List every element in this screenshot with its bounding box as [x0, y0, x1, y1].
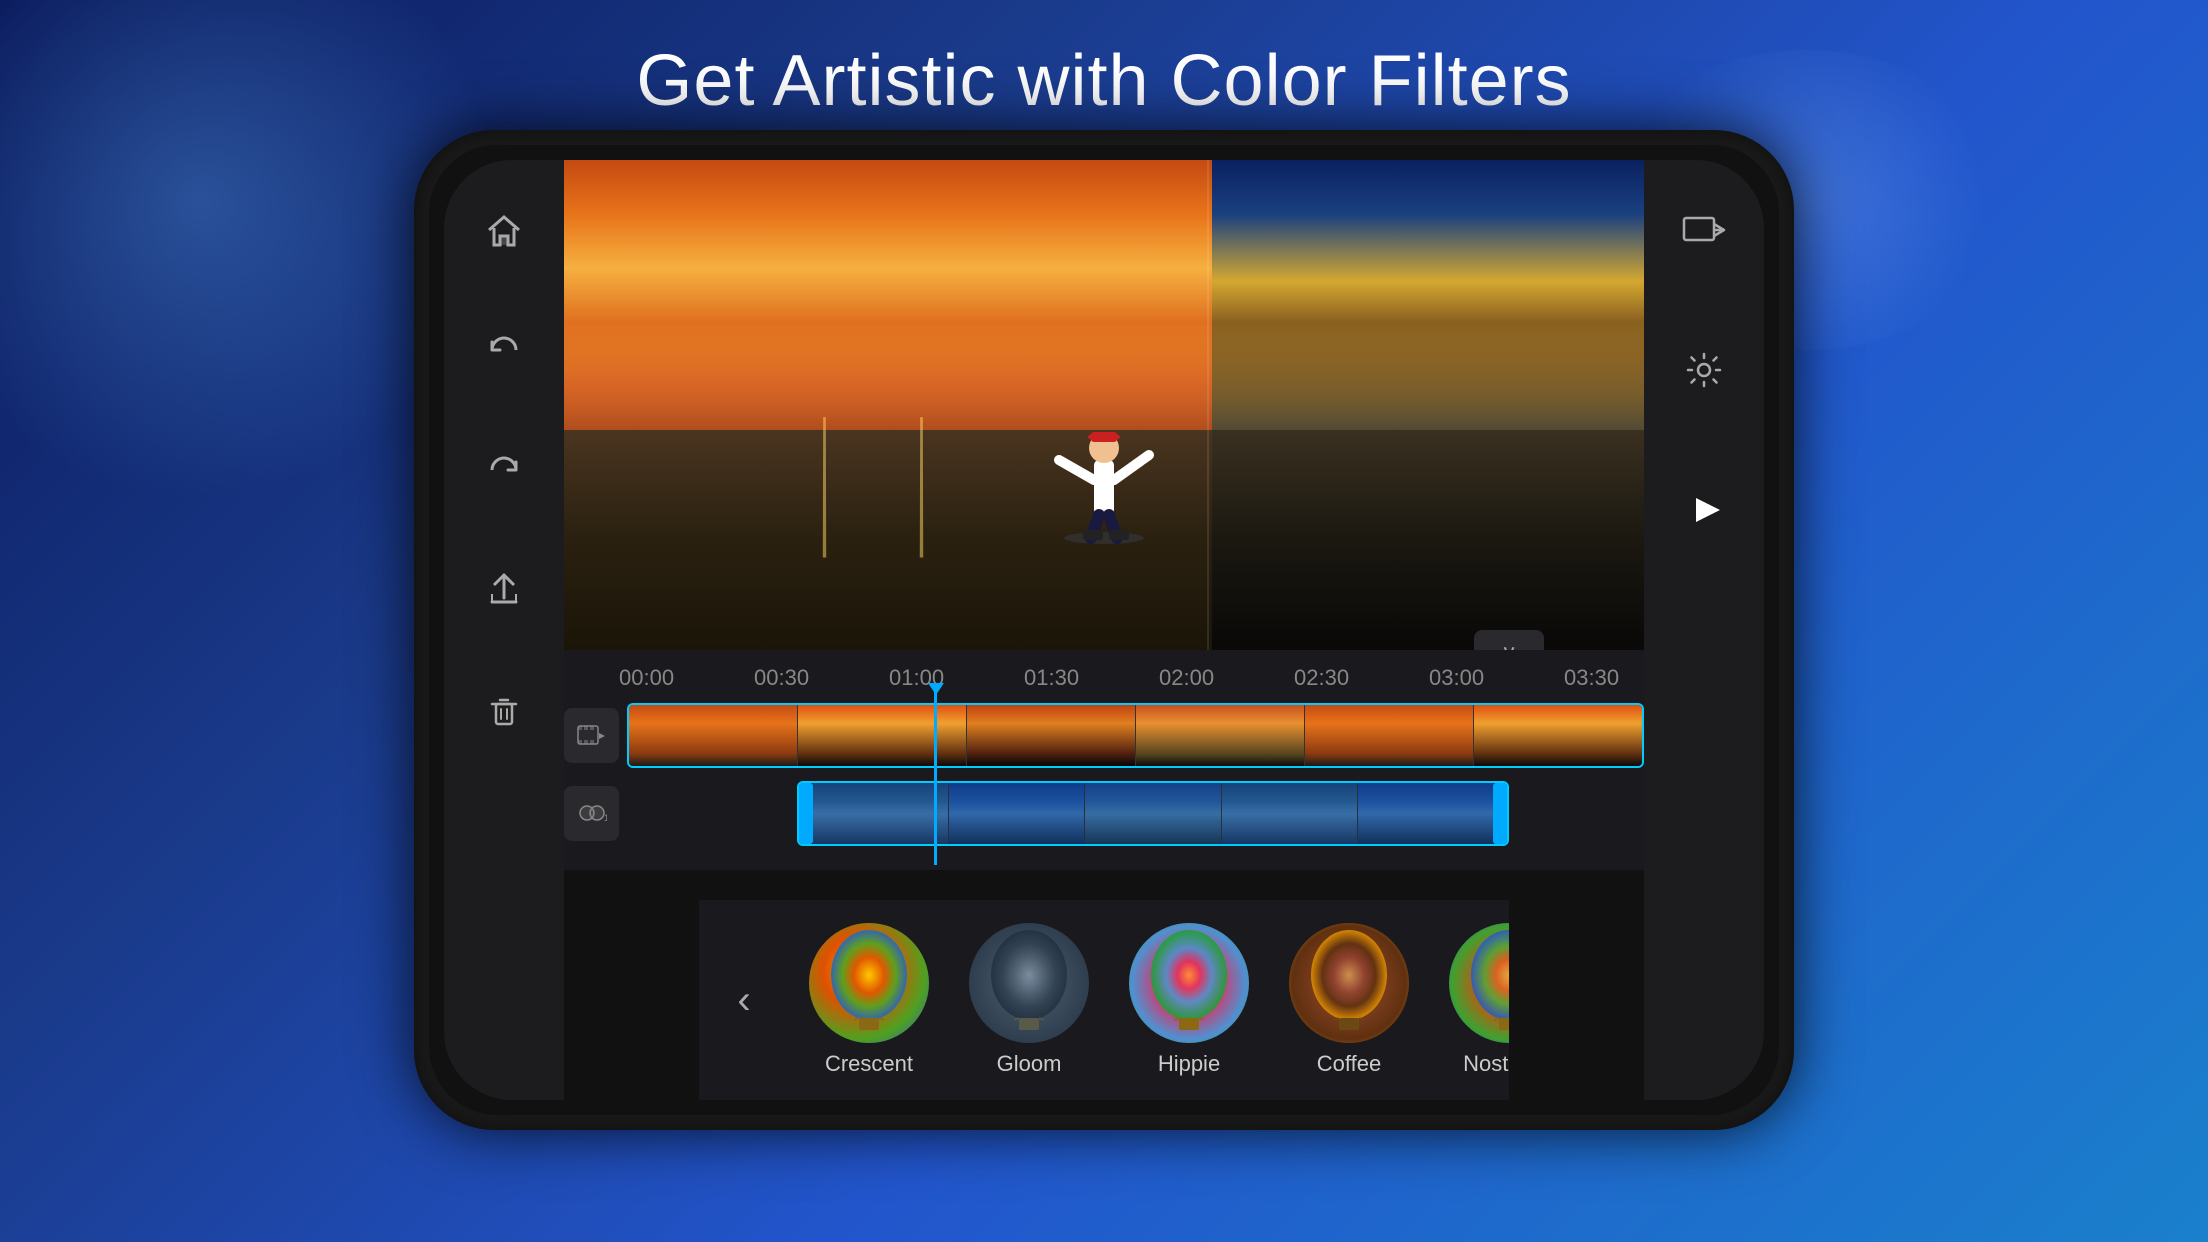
filter-nostalgia-label: Nostalgia — [1463, 1051, 1509, 1077]
filter-track-content[interactable] — [797, 781, 1509, 846]
export-button[interactable] — [1674, 200, 1734, 260]
video-track-icon — [564, 708, 619, 763]
filter-hippie[interactable]: Hippie — [1109, 905, 1269, 1095]
left-sidebar — [444, 160, 564, 1100]
filter-nostalgia[interactable]: Nostalgia — [1429, 905, 1509, 1095]
filter-nostalgia-preview — [1449, 923, 1509, 1043]
filter-handle-right[interactable] — [1493, 783, 1507, 844]
split-divider — [1207, 160, 1209, 650]
settings-button[interactable] — [1674, 340, 1734, 400]
playhead[interactable] — [934, 685, 937, 865]
filter-coffee-label: Coffee — [1317, 1051, 1381, 1077]
playhead-head — [928, 683, 944, 695]
time-0230: 02:30 — [1294, 665, 1349, 691]
phone-screen: ∨ 00:00 00:30 01:00 01:30 02:00 02:30 03… — [429, 145, 1779, 1115]
upload-button[interactable] — [474, 560, 534, 620]
time-ruler: 00:00 00:30 01:00 01:30 02:00 02:30 03:0… — [564, 660, 1644, 695]
filter-strip: ‹ Crescent — [699, 900, 1509, 1100]
page-title: Get Artistic with Color Filters — [0, 40, 2208, 122]
filter-track-row: 1 — [564, 776, 1644, 851]
video-right-panel — [1212, 160, 1644, 650]
time-0130: 01:30 — [1024, 665, 1079, 691]
time-0200: 02:00 — [1159, 665, 1214, 691]
right-sidebar — [1644, 160, 1764, 1100]
filter-back-button[interactable]: ‹ — [699, 978, 789, 1023]
main-content: ∨ 00:00 00:30 01:00 01:30 02:00 02:30 03… — [564, 160, 1644, 1100]
filter-thumbs — [813, 783, 1493, 844]
time-0000: 00:00 — [619, 665, 674, 691]
collapse-button[interactable]: ∨ — [1474, 630, 1544, 650]
undo-button[interactable] — [474, 320, 534, 380]
video-track-content[interactable] — [627, 703, 1644, 768]
filter-handle-left[interactable] — [799, 783, 813, 844]
video-preview: ∨ — [564, 160, 1644, 650]
filter-track-icon: 1 — [564, 786, 619, 841]
time-0300: 03:00 — [1429, 665, 1484, 691]
time-0030: 00:30 — [754, 665, 809, 691]
filter-crescent-preview — [809, 923, 929, 1043]
filter-gloom[interactable]: Gloom — [949, 905, 1109, 1095]
filter-coffee-preview — [1289, 923, 1409, 1043]
phone-frame: ∨ 00:00 00:30 01:00 01:30 02:00 02:30 03… — [414, 130, 1794, 1130]
filter-track-wrapper — [627, 781, 1644, 846]
time-0330: 03:30 — [1564, 665, 1619, 691]
filter-gloom-label: Gloom — [997, 1051, 1062, 1077]
delete-button[interactable] — [474, 680, 534, 740]
filter-hippie-label: Hippie — [1158, 1051, 1220, 1077]
filter-hippie-preview — [1129, 923, 1249, 1043]
redo-button[interactable] — [474, 440, 534, 500]
timeline-area: 00:00 00:30 01:00 01:30 02:00 02:30 03:0… — [564, 650, 1644, 870]
filter-crescent[interactable]: Crescent — [789, 905, 949, 1095]
home-button[interactable] — [474, 200, 534, 260]
svg-text:1: 1 — [604, 813, 607, 823]
filter-crescent-label: Crescent — [825, 1051, 913, 1077]
video-track-row — [564, 698, 1644, 773]
skater-figure — [1049, 360, 1159, 550]
filter-coffee[interactable]: Coffee — [1269, 905, 1429, 1095]
filter-gloom-preview — [969, 923, 1089, 1043]
play-button[interactable] — [1674, 480, 1734, 540]
